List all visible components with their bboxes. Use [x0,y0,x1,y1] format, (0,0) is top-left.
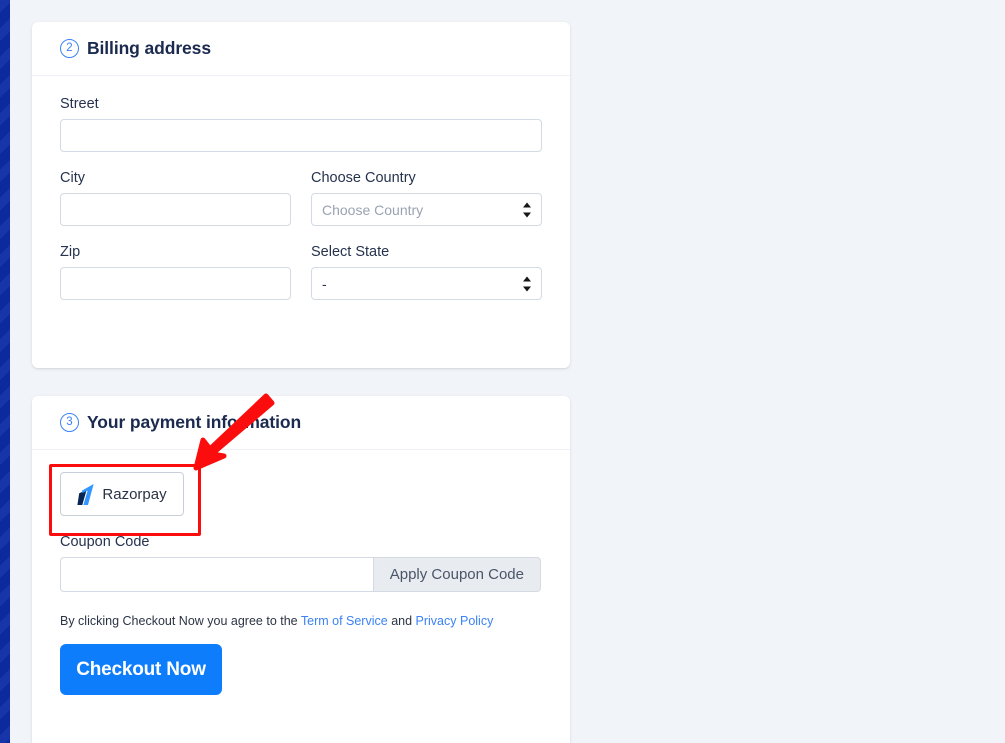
apply-coupon-button[interactable]: Apply Coupon Code [372,557,541,592]
zip-state-row: Zip Select State - [60,244,542,300]
step-number-badge: 2 [60,39,79,58]
checkout-now-button[interactable]: Checkout Now [60,644,222,695]
country-label: Choose Country [311,170,416,186]
coupon-code-input[interactable] [60,557,373,592]
zip-label: Zip [60,244,81,260]
state-field-group: Select State - [311,244,542,300]
city-field-group: City [60,170,291,226]
state-select[interactable]: - [311,267,542,300]
city-country-row: City Choose Country Choose Country [60,170,542,226]
terms-middle: and [387,614,416,628]
state-select-wrapper[interactable]: - [311,267,542,300]
zip-field-group: Zip [60,244,291,300]
country-field-group: Choose Country Choose Country [311,170,542,226]
city-label: City [60,170,85,186]
billing-address-card: 2 Billing address Street City Choose Cou… [32,22,570,368]
left-side-rail [0,0,10,743]
zip-input[interactable] [60,267,291,300]
billing-card-body: Street City Choose Country Choose Countr… [32,76,570,326]
payment-card-body: Razorpay Coupon Code Apply Coupon Code B… [32,450,570,721]
select-updown-icon [522,276,531,291]
street-label: Street [60,96,99,112]
billing-card-title: Billing address [87,38,211,58]
coupon-input-group: Apply Coupon Code [60,557,541,592]
payment-card-header: 3 Your payment information [32,396,570,450]
city-input[interactable] [60,193,291,226]
state-label: Select State [311,244,390,260]
razorpay-label: Razorpay [102,485,167,503]
step-number-badge: 3 [60,413,79,432]
coupon-code-label: Coupon Code [60,534,150,550]
razorpay-gateway-button[interactable]: Razorpay [60,472,184,516]
checkout-page: 2 Billing address Street City Choose Cou… [0,0,1005,743]
terms-prefix: By clicking Checkout Now you agree to th… [60,614,301,628]
payment-information-card: 3 Your payment information Razorpay Coup… [32,396,570,743]
select-updown-icon [522,202,531,217]
street-input[interactable] [60,119,542,152]
razorpay-logo-icon [77,483,94,505]
term-of-service-link[interactable]: Term of Service [301,614,388,628]
billing-card-header: 2 Billing address [32,22,570,76]
payment-card-title: Your payment information [87,412,302,432]
privacy-policy-link[interactable]: Privacy Policy [416,614,494,628]
terms-agreement-text: By clicking Checkout Now you agree to th… [60,614,542,628]
country-select-wrapper[interactable]: Choose Country [311,193,542,226]
checkout-content-column: 2 Billing address Street City Choose Cou… [32,0,572,743]
country-select[interactable]: Choose Country [311,193,542,226]
